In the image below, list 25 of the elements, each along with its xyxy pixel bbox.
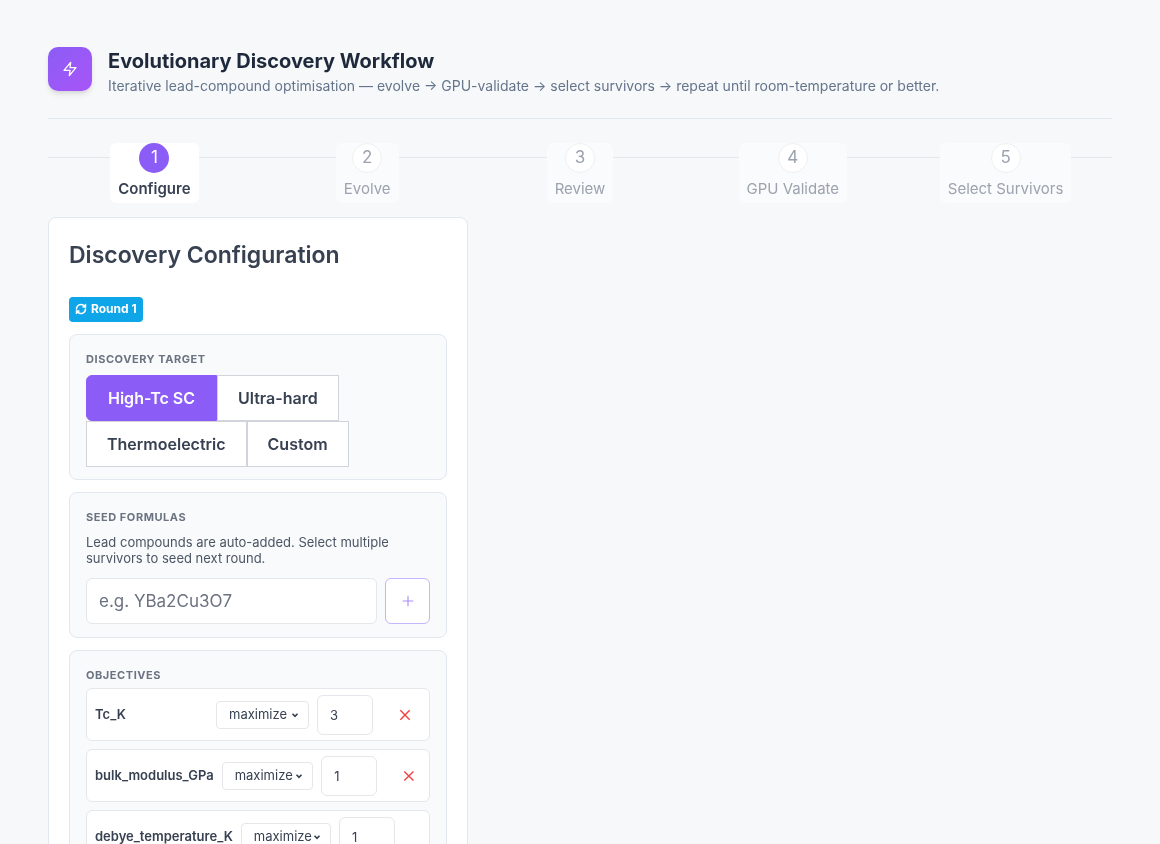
- section-heading: DISCOVERY TARGET: [86, 350, 207, 367]
- direction-select[interactable]: maximize: [240, 822, 331, 844]
- round-badge: Round 1: [69, 296, 143, 322]
- objective-name: bulk_modulus_GPa: [95, 765, 214, 785]
- formula-input[interactable]: e.g. YBa2Cu3O7: [86, 577, 377, 624]
- weight-input[interactable]: 1: [321, 755, 378, 796]
- target-option[interactable]: Custom: [246, 421, 349, 467]
- direction-select[interactable]: maximize: [216, 700, 309, 729]
- card-title: Discovery Configuration: [69, 240, 341, 271]
- step-tab[interactable]: 1 Configure: [110, 143, 199, 203]
- bolt-logo-icon: [48, 47, 92, 91]
- objective-name: Tc_K: [95, 704, 127, 724]
- page-subtitle: Iterative lead-compound optimisation — evolve → GPU-validate → select survivors → repeat until room-temperature or better.: [108, 76, 940, 96]
- target-option[interactable]: Thermoelectric: [86, 421, 247, 467]
- section-heading: SEED FORMULAS: [86, 509, 188, 526]
- target-option[interactable]: Ultra-hard: [217, 375, 339, 421]
- section-heading: OBJECTIVES: [86, 666, 163, 683]
- objective-name: debye_temperature_K: [95, 826, 233, 844]
- target-option[interactable]: High-Tc SC: [86, 375, 217, 421]
- page-title: Evolutionary Discovery Workflow: [108, 48, 436, 75]
- seed-hint: Lead compounds are auto-added. Select multiple survivors to seed next round.: [86, 533, 390, 566]
- refresh-icon: [75, 303, 87, 315]
- weight-input[interactable]: 3: [317, 694, 373, 735]
- weight-input[interactable]: 1: [338, 816, 395, 844]
- direction-select[interactable]: maximize: [221, 761, 314, 790]
